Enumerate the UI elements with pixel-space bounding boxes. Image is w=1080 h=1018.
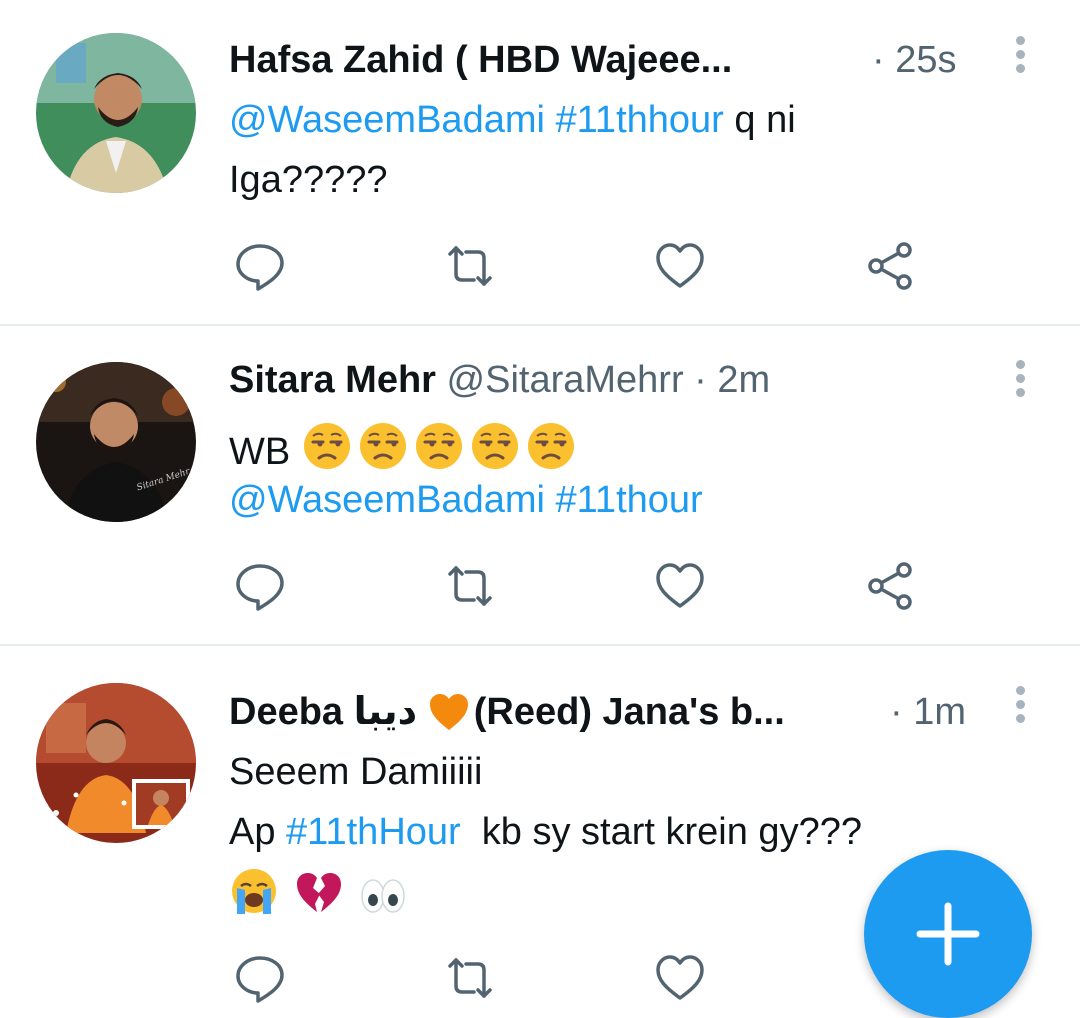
tweet-time[interactable]: · 25s — [872, 38, 956, 82]
avatar-deeba[interactable] — [36, 683, 196, 843]
divider — [0, 324, 1080, 326]
tweet-text-line — [229, 866, 412, 918]
author-handle[interactable]: @SitaraMehrr — [447, 359, 684, 401]
tweet-header: Sitara Mehr @SitaraMehrr · 2m — [229, 358, 770, 402]
reply-icon[interactable] — [234, 560, 286, 612]
tweet-time[interactable]: · 1m — [890, 690, 966, 734]
unamused-face-emoji-icon — [303, 423, 350, 469]
unamused-face-emoji-icon — [471, 423, 518, 469]
eyes-emoji-icon — [361, 879, 405, 913]
tweet-text-line: Seeem Damiiiii — [229, 751, 483, 793]
tweet-text-line: @WaseemBadami #11thour — [229, 478, 703, 522]
unamused-face-emoji-icon — [359, 423, 406, 469]
mention-hashtag-link[interactable]: @WaseemBadami #11thour — [229, 479, 703, 521]
reply-icon[interactable] — [234, 240, 286, 292]
tweet-text-line: WB — [229, 420, 581, 474]
unamused-emoji-row — [301, 423, 581, 473]
more-vertical-icon[interactable] — [1010, 686, 1030, 728]
heart-icon[interactable] — [654, 240, 706, 292]
broken-heart-emoji-icon — [296, 873, 341, 912]
orange-heart-icon — [429, 694, 468, 730]
divider — [0, 644, 1080, 646]
tweet-time[interactable]: · 2m — [694, 359, 770, 401]
author-name[interactable]: Deeba دیبا (Reed) Jana's b... — [229, 691, 785, 733]
crying-face-emoji-icon — [232, 869, 276, 914]
retweet-icon[interactable] — [444, 240, 496, 292]
avatar-hafsa-zahid[interactable] — [36, 33, 196, 193]
hashtag-link[interactable]: #11thHour — [286, 811, 461, 853]
tweet-header: Deeba دیبا (Reed) Jana's b... — [229, 690, 785, 734]
mention-hashtag-link[interactable]: @WaseemBadami #11thhour — [229, 99, 724, 141]
share-icon[interactable] — [864, 560, 916, 612]
compose-tweet-button[interactable] — [864, 850, 1032, 1018]
heart-icon[interactable] — [654, 952, 706, 1004]
retweet-icon[interactable] — [444, 560, 496, 612]
retweet-icon[interactable] — [444, 952, 496, 1004]
avatar-sitara-mehr[interactable]: Sitara Mehr — [36, 362, 196, 522]
tweet-text-line: Ap #11thHour kb sy start krein gy??? — [229, 811, 862, 853]
heart-icon[interactable] — [654, 560, 706, 612]
tweet-text-line: @WaseemBadami #11thhour q ni — [229, 99, 796, 141]
unamused-face-emoji-icon — [527, 423, 574, 469]
more-vertical-icon[interactable] — [1010, 360, 1030, 402]
author-name[interactable]: Hafsa Zahid ( HBD Wajeee... — [229, 39, 732, 81]
share-icon[interactable] — [864, 240, 916, 292]
tweet-text-line: Iga????? — [229, 159, 388, 201]
reply-icon[interactable] — [234, 952, 286, 1004]
more-vertical-icon[interactable] — [1010, 36, 1030, 78]
plus-icon — [916, 902, 980, 966]
tweet-header: Hafsa Zahid ( HBD Wajeee... — [229, 38, 732, 82]
author-name[interactable]: Sitara Mehr — [229, 359, 436, 401]
unamused-face-emoji-icon — [415, 423, 462, 469]
